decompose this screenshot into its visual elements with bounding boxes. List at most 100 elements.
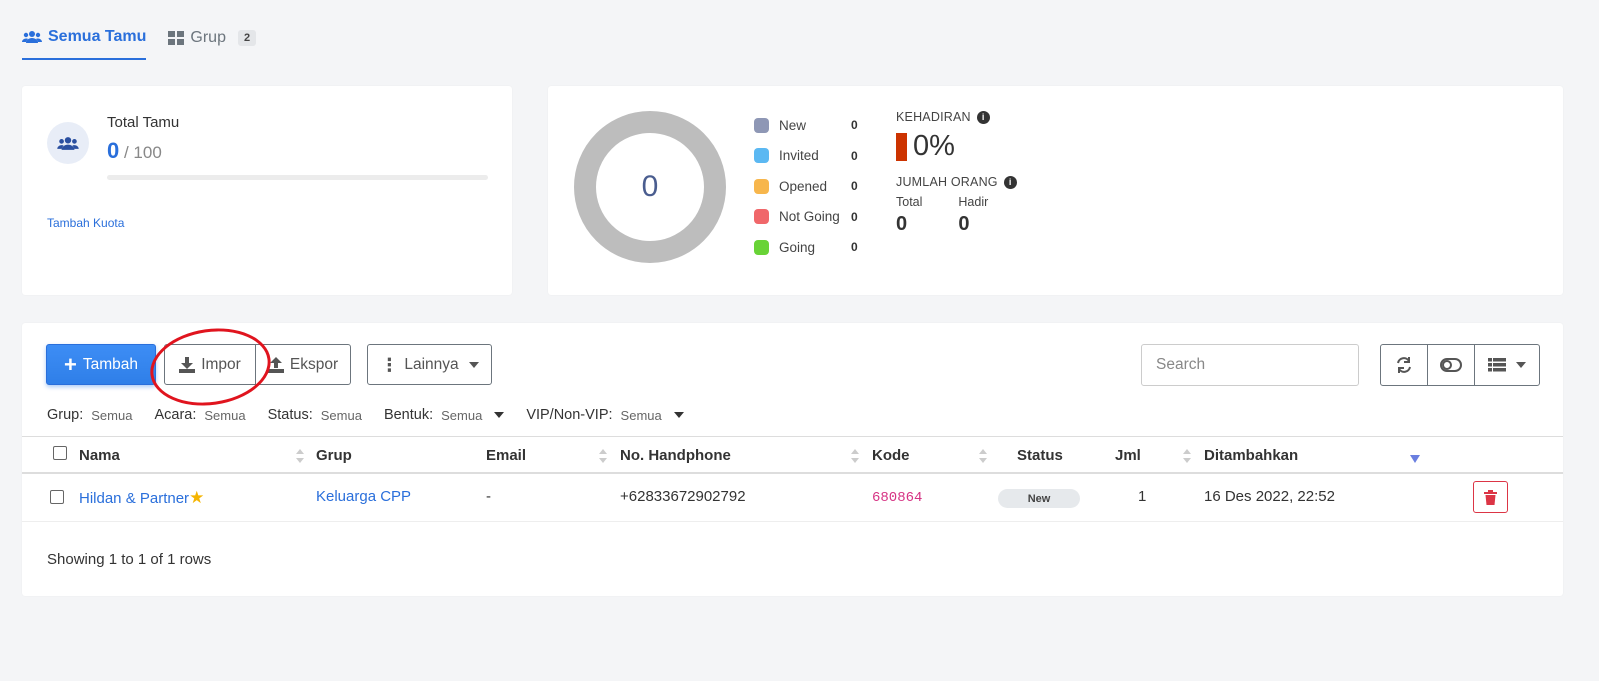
guest-added-date: 16 Des 2022, 22:52 — [1204, 488, 1335, 505]
legend-item: Invited 0 — [754, 141, 858, 172]
filter-bentuk[interactable]: Bentuk: Semua — [383, 407, 505, 423]
legend-label: Going — [779, 239, 816, 255]
attendance-percent-value: 0% — [913, 130, 955, 162]
sort-desc-icon[interactable] — [1410, 455, 1420, 463]
filter-value: Semua — [91, 407, 133, 423]
filter-status[interactable]: Status: Semua — [268, 407, 362, 423]
legend-value: 0 — [851, 209, 858, 224]
legend-label: Not Going — [779, 209, 840, 225]
tab-semua-tamu-label: Semua Tamu — [48, 28, 147, 45]
people-title-text: JUMLAH ORANG — [896, 175, 998, 189]
column-header-nama[interactable]: Nama — [79, 447, 120, 464]
filter-value: Semua — [441, 407, 483, 423]
info-icon[interactable]: i — [976, 110, 990, 124]
people-total-label: Total — [896, 195, 923, 209]
filter-value: Semua — [204, 407, 246, 423]
legend-item: New 0 — [754, 110, 858, 141]
chevron-down-icon — [1516, 362, 1526, 368]
people-total-value: 0 — [896, 213, 908, 235]
table-tools — [1380, 344, 1540, 386]
filter-acara[interactable]: Acara: Semua — [154, 407, 245, 423]
status-badge: New — [998, 489, 1080, 508]
guest-name-link[interactable]: Hildan & Partner★ — [79, 488, 204, 508]
legend-swatch — [754, 178, 769, 194]
export-button[interactable]: Ekspor — [255, 344, 351, 385]
add-button-label: Tambah — [82, 355, 138, 373]
add-quota-link[interactable]: Tambah Kuota — [47, 216, 124, 230]
guest-count: 1 — [1138, 488, 1147, 505]
legend-swatch — [754, 239, 769, 255]
quota-card: Total Tamu 0 / 100 Tambah Kuota — [22, 86, 512, 295]
chevron-down-icon — [673, 412, 684, 418]
quota-title: Total Tamu — [107, 114, 180, 131]
sort-icon[interactable] — [851, 449, 859, 463]
toggle-view-button[interactable] — [1428, 345, 1475, 385]
chevron-down-icon — [468, 361, 479, 368]
quota-progress-bar — [107, 175, 488, 180]
filter-label: Bentuk: — [383, 407, 434, 423]
search-input[interactable] — [1141, 344, 1359, 386]
quota-count: 0 / 100 — [107, 138, 162, 164]
filter-value: Semua — [620, 407, 662, 423]
upload-icon — [267, 356, 284, 373]
column-header-phone[interactable]: No. Handphone — [620, 447, 731, 464]
column-header-jml[interactable]: Jml — [1115, 447, 1141, 464]
trash-icon — [1484, 489, 1497, 505]
guest-group-link[interactable]: Keluarga CPP — [316, 488, 411, 505]
guest-table-card: + Tambah Impor Ekspor ⋮ Lainnya Search G… — [22, 323, 1563, 596]
plus-icon: + — [63, 351, 77, 377]
column-header-kode[interactable]: Kode — [872, 447, 910, 464]
legend-label: Opened — [779, 178, 828, 194]
status-legend: New 0 Invited 0 Opened 0 Not Going 0 Going 0 — [754, 110, 858, 263]
sort-icon[interactable] — [599, 449, 607, 463]
legend-value: 0 — [851, 118, 858, 133]
tab-grup-badge: 2 — [237, 30, 257, 46]
donut-center-value: 0 — [641, 170, 659, 203]
legend-label: New — [779, 117, 807, 133]
chevron-down-icon — [494, 412, 505, 418]
delete-button[interactable] — [1473, 481, 1508, 513]
select-all-checkbox[interactable] — [53, 446, 67, 460]
sort-icon[interactable] — [296, 449, 304, 463]
column-header-email[interactable]: Email — [486, 447, 526, 464]
people-total: Total 0 — [896, 195, 922, 236]
row-checkbox[interactable] — [50, 490, 64, 504]
filter-bar: Grup: Semua Acara: Semua Status: Semua Bentuk:… — [47, 407, 684, 423]
star-icon: ★ — [189, 488, 205, 507]
attendance-bar — [896, 132, 907, 161]
people-present-label: Hadir — [958, 195, 989, 209]
table-header: Nama Grup Email No. Handphone Kode Statu… — [22, 436, 1563, 474]
add-button[interactable]: + Tambah — [46, 344, 156, 385]
column-header-grup[interactable]: Grup — [316, 447, 352, 464]
attendance-title: KEHADIRAN i — [896, 110, 1017, 124]
tab-bar: Semua Tamu Grup 2 — [22, 28, 257, 60]
legend-value: 0 — [851, 179, 858, 194]
filter-grup[interactable]: Grup: Semua — [47, 407, 132, 423]
guest-name: Hildan & Partner — [79, 490, 190, 507]
sort-icon[interactable] — [979, 449, 987, 463]
filter-label: Status: — [267, 407, 313, 423]
tab-grup[interactable]: Grup 2 — [168, 28, 257, 60]
import-button[interactable]: Impor — [164, 344, 256, 385]
guest-phone: +62833672902792 — [620, 488, 746, 505]
attendance-panel: KEHADIRAN i 0% JUMLAH ORANG i Total 0 Ha… — [896, 110, 1017, 236]
more-dropdown-button[interactable]: ⋮ Lainnya — [367, 344, 492, 385]
refresh-icon — [1397, 357, 1411, 373]
columns-dropdown-button[interactable] — [1475, 345, 1539, 385]
attendance-percent: 0% — [896, 130, 1017, 163]
column-header-status[interactable]: Status — [1017, 447, 1063, 464]
column-header-ditambahkan[interactable]: Ditambahkan — [1204, 447, 1298, 464]
info-icon[interactable]: i — [1003, 175, 1017, 189]
guest-table: Nama Grup Email No. Handphone Kode Statu… — [22, 436, 1563, 522]
filter-vipnonvip[interactable]: VIP/Non-VIP: Semua — [526, 407, 684, 423]
sort-icon[interactable] — [1183, 449, 1191, 463]
guest-email: - — [486, 488, 491, 505]
users-icon — [22, 31, 42, 43]
filter-label: Acara: — [154, 407, 197, 423]
legend-value: 0 — [851, 240, 858, 255]
legend-swatch — [754, 117, 769, 133]
refresh-button[interactable] — [1381, 345, 1428, 385]
people-present: Hadir 0 — [958, 195, 988, 236]
tab-semua-tamu[interactable]: Semua Tamu — [22, 28, 147, 60]
list-icon — [1488, 358, 1506, 372]
